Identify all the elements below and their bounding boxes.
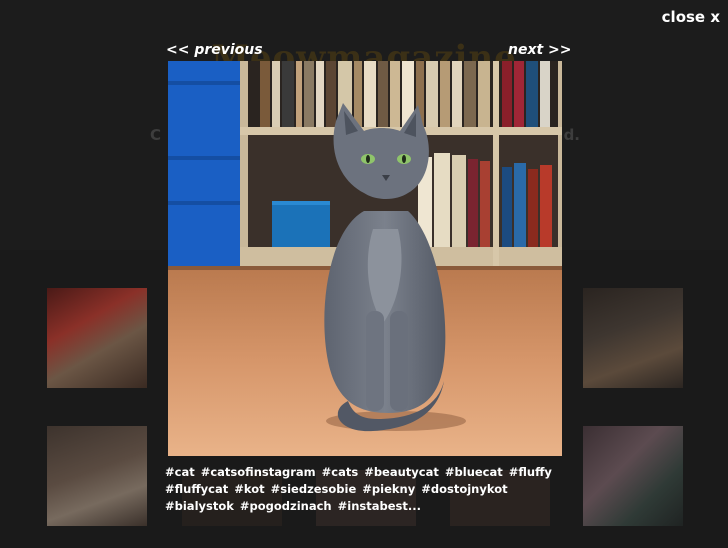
previous-button[interactable]: << previous — [166, 42, 263, 58]
lightbox-photo — [168, 61, 562, 456]
close-button[interactable]: close x — [662, 8, 720, 26]
cat-photo-illustration — [168, 61, 562, 456]
photo-caption-tags: #cat #catsofinstagram #cats #beautycat #… — [165, 465, 552, 513]
subtitle-end: d. — [563, 126, 580, 144]
gallery-thumbnail[interactable] — [583, 288, 683, 388]
next-button[interactable]: next >> — [508, 42, 572, 58]
gallery-thumbnail[interactable] — [47, 426, 147, 526]
gallery-thumbnail[interactable] — [47, 288, 147, 388]
subtitle-start: C — [150, 126, 162, 144]
gallery-thumbnail[interactable] — [583, 426, 683, 526]
